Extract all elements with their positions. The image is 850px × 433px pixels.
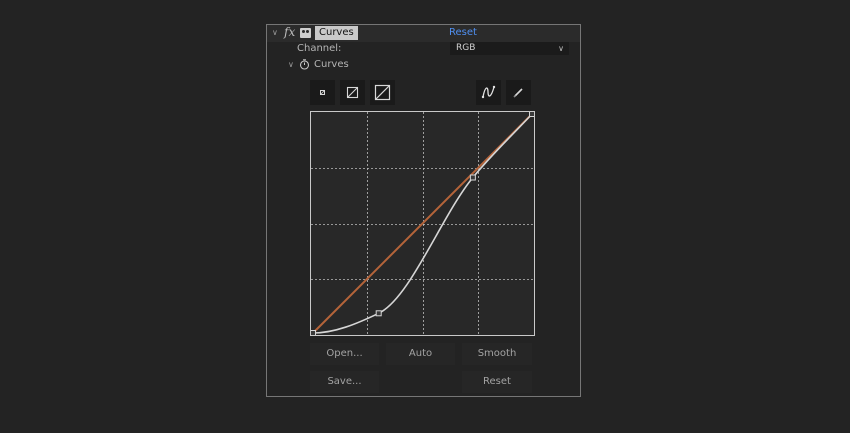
- effect-name-label[interactable]: Curves: [315, 26, 358, 40]
- curves-property-label: Curves: [314, 59, 349, 70]
- small-graph-button[interactable]: [310, 80, 335, 105]
- save-button[interactable]: Save...: [310, 371, 379, 393]
- curves-twirl-icon[interactable]: ∨: [288, 60, 294, 69]
- twirl-down-icon[interactable]: ∨: [272, 28, 278, 37]
- channel-selected-value: RGB: [456, 43, 476, 53]
- channel-dropdown[interactable]: RGB ∨: [450, 42, 569, 55]
- stopwatch-icon[interactable]: [299, 59, 310, 70]
- smooth-button[interactable]: Smooth: [462, 343, 532, 365]
- curves-reset-button[interactable]: Reset: [462, 371, 532, 393]
- curve-control-point[interactable]: [529, 112, 535, 117]
- reference-diagonal-line: [312, 113, 533, 334]
- curve-control-point[interactable]: [375, 310, 382, 317]
- channel-label: Channel:: [297, 43, 342, 54]
- large-graph-icon: [374, 84, 391, 101]
- curves-graph[interactable]: [310, 111, 535, 336]
- chevron-down-icon: ∨: [558, 44, 564, 53]
- pencil-tool-button[interactable]: [506, 80, 531, 105]
- pencil-icon: [513, 88, 523, 98]
- auto-button[interactable]: Auto: [386, 343, 455, 365]
- large-graph-button[interactable]: [370, 80, 395, 105]
- medium-graph-button[interactable]: [340, 80, 365, 105]
- bezier-tool-button[interactable]: [476, 80, 501, 105]
- bezier-pen-icon: [481, 85, 496, 99]
- effect-preset-icon: [300, 28, 311, 38]
- curves-graph-canvas[interactable]: [311, 112, 534, 335]
- effect-header: ∨ fx Curves Reset: [267, 25, 580, 42]
- effect-controls-panel: ∨ fx Curves Reset Channel: RGB ∨ ∨ Curve…: [266, 24, 581, 397]
- open-button[interactable]: Open...: [310, 343, 379, 365]
- curve-control-point[interactable]: [311, 330, 316, 336]
- medium-graph-icon: [346, 86, 359, 99]
- fx-toggle-icon[interactable]: fx: [284, 25, 295, 39]
- small-graph-icon: [320, 90, 325, 95]
- curve-control-point[interactable]: [469, 174, 476, 181]
- effect-reset-link[interactable]: Reset: [449, 27, 477, 38]
